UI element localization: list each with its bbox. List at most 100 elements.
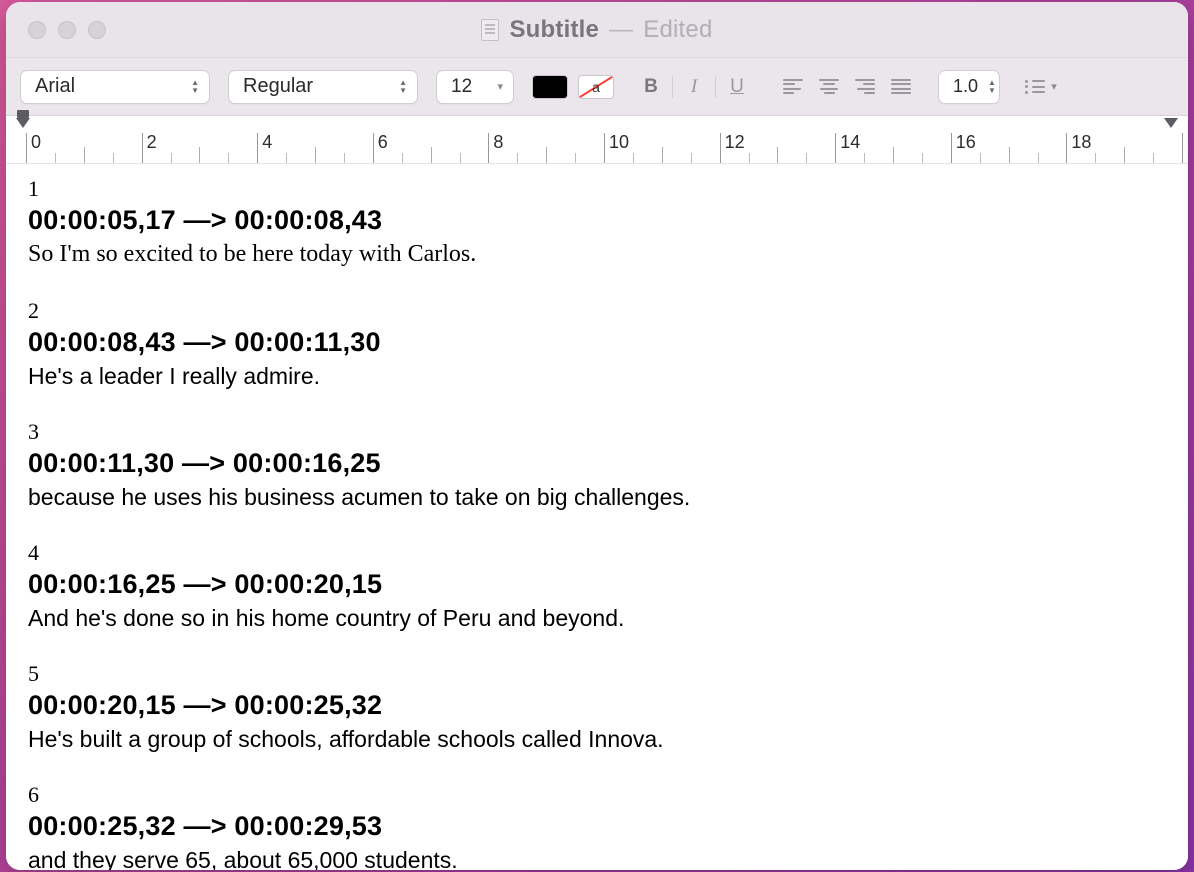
list-icon: [1025, 80, 1045, 94]
app-window: Subtitle — Edited Arial ▲▼ Regular ▲▼ 12…: [6, 2, 1188, 870]
align-left-button[interactable]: [776, 72, 810, 102]
bold-button[interactable]: B: [634, 72, 668, 102]
ruler-tick-mid: [1124, 147, 1125, 163]
window-title: Subtitle — Edited: [6, 16, 1188, 44]
divider: [715, 76, 716, 98]
ruler-tick-minor: [517, 153, 518, 163]
ruler-tick-mid: [893, 147, 894, 163]
align-center-button[interactable]: [812, 72, 846, 102]
ruler-tick-minor: [171, 153, 172, 163]
format-toolbar: Arial ▲▼ Regular ▲▼ 12 ▾ a B I U: [6, 58, 1188, 116]
document-name: Subtitle: [509, 16, 599, 44]
maximize-window-button[interactable]: [88, 21, 106, 39]
arrow-icon: —>: [184, 205, 235, 235]
updown-icon: ▲▼: [191, 79, 199, 94]
line-spacing-select[interactable]: 1.0 ▲▼: [938, 70, 1000, 104]
timecode-end: 00:00:20,15: [234, 569, 382, 599]
timecode-end: 00:00:29,53: [234, 811, 382, 841]
ruler-tick-minor: [1095, 153, 1096, 163]
underline-button[interactable]: U: [720, 72, 754, 102]
left-indent-marker[interactable]: [16, 118, 30, 128]
arrow-icon: —>: [184, 811, 235, 841]
subtitle-timecode: 00:00:11,30 —> 00:00:16,25: [28, 446, 1170, 482]
font-size-select[interactable]: 12 ▾: [436, 70, 514, 104]
document-status: Edited: [643, 16, 712, 44]
minimize-window-button[interactable]: [58, 21, 76, 39]
align-right-button[interactable]: [848, 72, 882, 102]
ruler-tick-minor: [806, 153, 807, 163]
font-family-value: Arial: [35, 75, 75, 98]
ruler-tick-minor: [864, 153, 865, 163]
document-body[interactable]: 100:00:05,17 —> 00:00:08,43So I'm so exc…: [6, 164, 1188, 870]
ruler-tick-minor: [922, 153, 923, 163]
timecode-start: 00:00:20,15: [28, 690, 176, 720]
timecode-end: 00:00:08,43: [234, 205, 382, 235]
ruler-tick-mid: [199, 147, 200, 163]
align-right-icon: [855, 79, 875, 95]
ruler-tick-minor: [575, 153, 576, 163]
italic-button[interactable]: I: [677, 72, 711, 102]
document-icon: [481, 19, 499, 41]
subtitle-entry[interactable]: 200:00:08,43 —> 00:00:11,30He's a leader…: [28, 296, 1170, 391]
alignment-group: [774, 70, 920, 104]
window-controls: [28, 21, 106, 39]
subtitle-entry[interactable]: 300:00:11,30 —> 00:00:16,25because he us…: [28, 417, 1170, 512]
subtitle-entry[interactable]: 100:00:05,17 —> 00:00:08,43So I'm so exc…: [28, 174, 1170, 270]
title-separator: —: [609, 16, 633, 44]
ruler-tick-minor: [402, 153, 403, 163]
ruler-tick-mid: [84, 147, 85, 163]
ruler-tick-minor: [749, 153, 750, 163]
subtitle-entry[interactable]: 400:00:16,25 —> 00:00:20,15And he's done…: [28, 538, 1170, 633]
updown-icon: ▲▼: [399, 79, 407, 94]
subtitle-timecode: 00:00:20,15 —> 00:00:25,32: [28, 688, 1170, 724]
list-style-button[interactable]: ▾: [1018, 72, 1064, 102]
subtitle-text: So I'm so excited to be here today with …: [28, 239, 1170, 271]
highlight-color-swatch[interactable]: a: [578, 75, 614, 99]
font-style-select[interactable]: Regular ▲▼: [228, 70, 418, 104]
timecode-start: 00:00:08,43: [28, 327, 176, 357]
updown-icon: ▲▼: [988, 79, 996, 94]
timecode-end: 00:00:16,25: [233, 448, 381, 478]
ruler-tick-mid: [777, 147, 778, 163]
subtitle-entry[interactable]: 500:00:20,15 —> 00:00:25,32He's built a …: [28, 659, 1170, 754]
right-indent-marker[interactable]: [1164, 118, 1178, 128]
arrow-icon: —>: [182, 448, 233, 478]
subtitle-timecode: 00:00:05,17 —> 00:00:08,43: [28, 203, 1170, 239]
highlight-glyph: a: [592, 79, 600, 95]
ruler-tick-major: 0: [26, 133, 41, 163]
ruler-tick-minor: [1153, 153, 1154, 163]
divider: [672, 76, 673, 98]
ruler-tick-mid: [1009, 147, 1010, 163]
subtitle-entry[interactable]: 600:00:25,32 —> 00:00:29,53and they serv…: [28, 780, 1170, 870]
arrow-icon: —>: [184, 327, 235, 357]
timecode-start: 00:00:05,17: [28, 205, 176, 235]
subtitle-index: 1: [28, 174, 1170, 203]
ruler-tick-mid: [431, 147, 432, 163]
ruler-tick-mid: [546, 147, 547, 163]
ruler-tick-minor: [980, 153, 981, 163]
ruler-tick-major: 2: [142, 133, 157, 163]
align-justify-button[interactable]: [884, 72, 918, 102]
ruler-tick-minor: [1038, 153, 1039, 163]
ruler-tick-major: 4: [257, 133, 272, 163]
timecode-end: 00:00:25,32: [234, 690, 382, 720]
ruler-tick-minor: [113, 153, 114, 163]
titlebar: Subtitle — Edited: [6, 2, 1188, 58]
arrow-icon: —>: [184, 569, 235, 599]
timecode-end: 00:00:11,30: [234, 327, 380, 357]
ruler-tick-minor: [460, 153, 461, 163]
ruler-tick-major: 10: [604, 133, 629, 163]
ruler-ticks: 02468101214161820: [26, 133, 1182, 163]
subtitle-text: because he uses his business acumen to t…: [28, 482, 1170, 512]
subtitle-index: 3: [28, 417, 1170, 446]
subtitle-index: 2: [28, 296, 1170, 325]
ruler-tick-minor: [344, 153, 345, 163]
ruler-tick-major: 8: [488, 133, 503, 163]
text-color-swatch[interactable]: [532, 75, 568, 99]
close-window-button[interactable]: [28, 21, 46, 39]
ruler[interactable]: 02468101214161820: [6, 116, 1188, 164]
subtitle-text: and they serve 65, about 65,000 students…: [28, 845, 1170, 870]
ruler-tick-minor: [55, 153, 56, 163]
timecode-start: 00:00:25,32: [28, 811, 176, 841]
font-family-select[interactable]: Arial ▲▼: [20, 70, 210, 104]
